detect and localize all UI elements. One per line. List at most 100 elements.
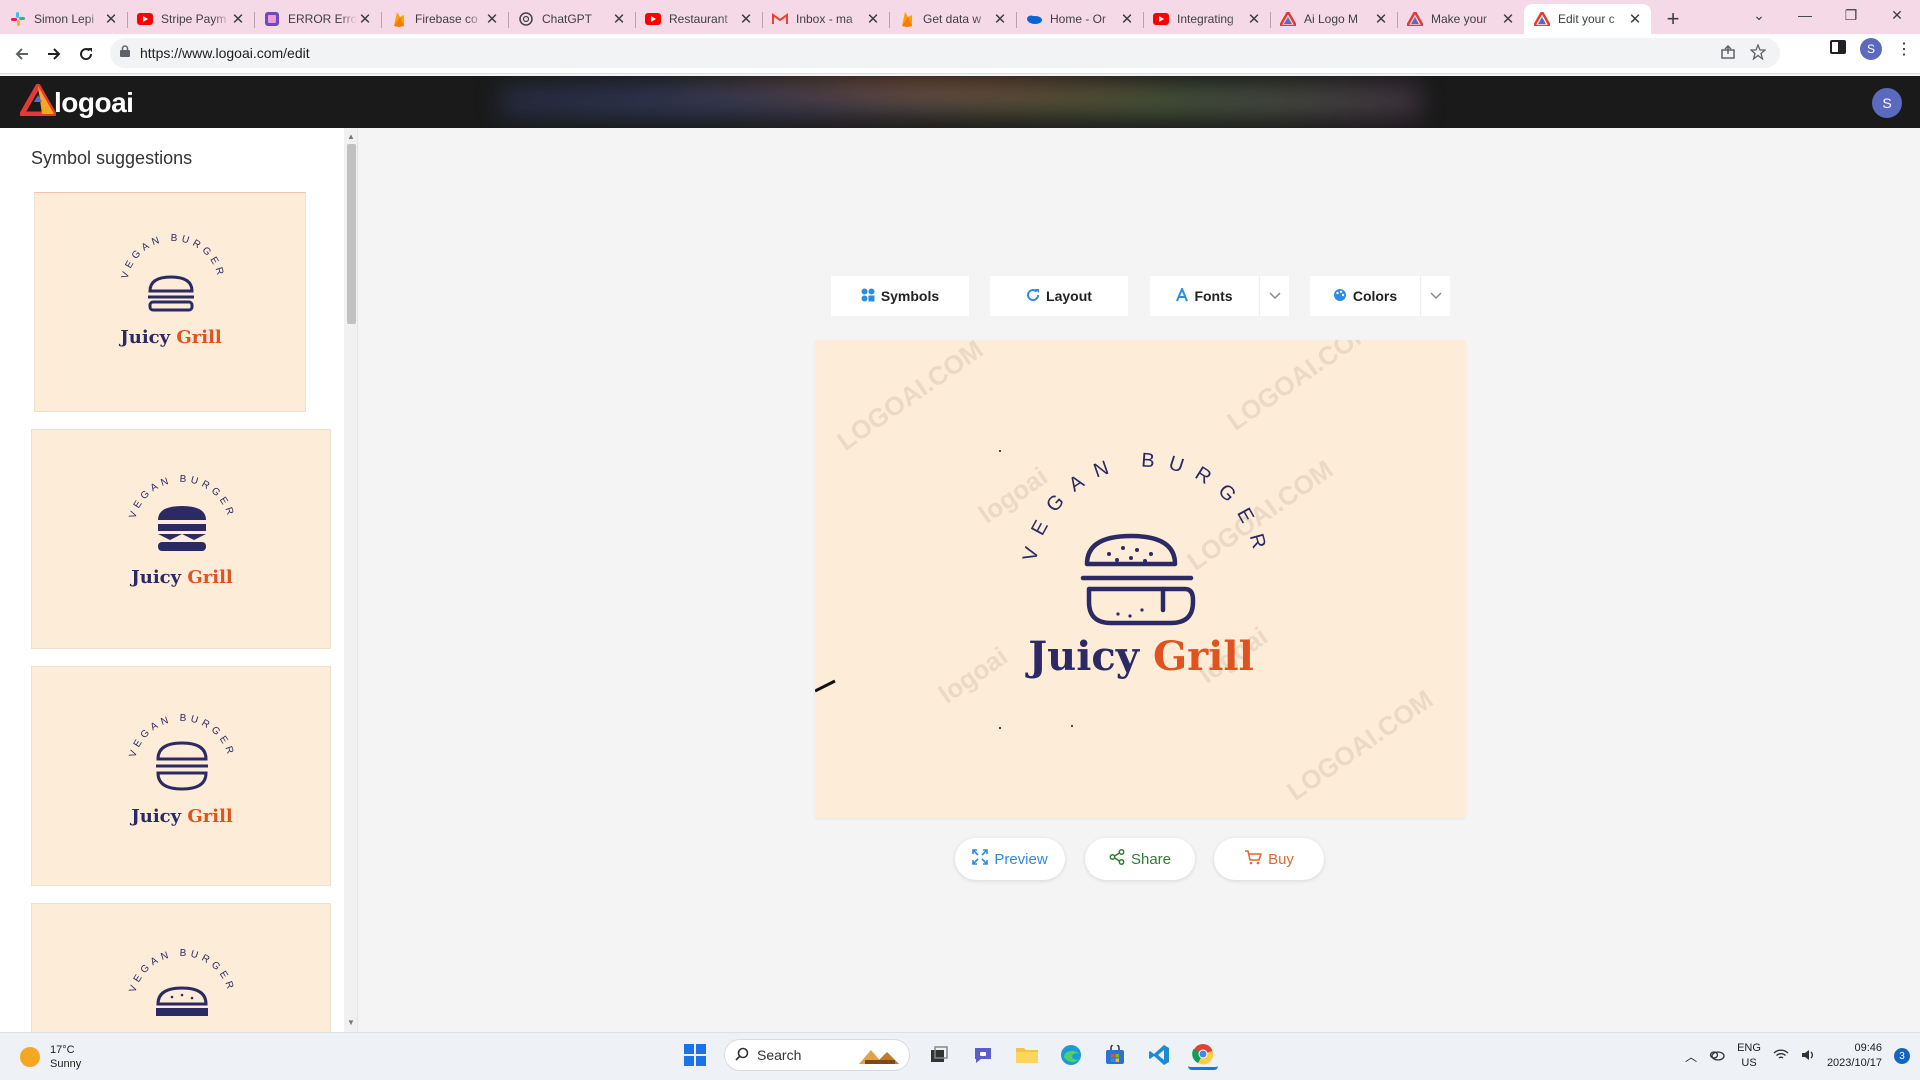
firebase-icon <box>391 11 407 27</box>
preview-label: Preview <box>994 850 1048 868</box>
volume-icon[interactable] <box>1801 1049 1815 1064</box>
logo-thumbnail: VEGAN BURGER Juicy Grill <box>118 233 222 348</box>
browser-tab-strip: Simon Lepi ✕ Stripe Paym ✕ ERROR Erro ✕ … <box>0 0 1920 34</box>
logo-thumbnail: VEGAN BURGER Juicy Grill <box>127 713 233 827</box>
edge-browser-icon[interactable] <box>1056 1040 1086 1070</box>
close-tab-icon[interactable]: ✕ <box>611 11 627 28</box>
reload-icon[interactable] <box>70 38 102 70</box>
preview-button[interactable]: Preview <box>955 838 1065 880</box>
close-tab-icon[interactable]: ✕ <box>738 11 754 28</box>
share-button[interactable]: Share <box>1085 838 1195 880</box>
browser-menu-icon[interactable]: ⋮ <box>1896 39 1912 59</box>
close-tab-icon[interactable]: ✕ <box>865 11 881 28</box>
system-tray: ︿ ENG US 09:46 2023/10/17 3 <box>1685 1041 1910 1071</box>
logo-canvas[interactable]: LOGOAI.COM logoai LOGOAI.COM logoai logo… <box>815 340 1465 818</box>
weather-temp: 17°C <box>50 1044 75 1056</box>
new-tab-button[interactable]: + <box>1657 4 1689 34</box>
close-tab-icon[interactable]: ✕ <box>1373 11 1389 28</box>
colors-label: Colors <box>1352 288 1398 304</box>
sidebar-scroll-thumb[interactable] <box>347 144 356 324</box>
browser-tab[interactable]: Firebase co ✕ <box>381 4 508 34</box>
system-clock[interactable]: 09:46 2023/10/17 <box>1827 1041 1882 1071</box>
profile-avatar[interactable]: S <box>1860 38 1882 60</box>
svg-text:Juicy Grill: Juicy Grill <box>129 567 233 588</box>
vscode-icon[interactable] <box>1144 1040 1174 1070</box>
browser-tab[interactable]: Get data w ✕ <box>889 4 1016 34</box>
browser-tab[interactable]: Stripe Paym ✕ <box>127 4 254 34</box>
close-window-icon[interactable]: ✕ <box>1874 7 1920 24</box>
scroll-up-icon[interactable]: ▲ <box>347 132 355 141</box>
colors-button[interactable]: Colors <box>1310 276 1450 316</box>
suggestion-card[interactable]: VEGAN BURGER Juicy Grill <box>31 666 331 886</box>
close-tab-icon[interactable]: ✕ <box>1627 11 1643 28</box>
tab-title: Edit your c <box>1558 12 1615 26</box>
tab-title: Firebase co <box>415 12 478 26</box>
browser-tab[interactable]: ERROR Erro ✕ <box>254 4 381 34</box>
suggestion-card[interactable]: VEGAN BURGER Juicy Grill <box>34 192 306 412</box>
suggestion-card[interactable]: VEGAN BURGER Juicy Grill <box>31 429 331 649</box>
close-tab-icon[interactable]: ✕ <box>357 11 373 28</box>
logoai-brand[interactable]: logoai <box>19 83 134 121</box>
language-indicator[interactable]: ENG US <box>1737 1041 1761 1071</box>
browser-tab[interactable]: Make your ✕ <box>1397 4 1524 34</box>
logo-thumbnail: VEGAN BURGER <box>127 948 233 1016</box>
close-tab-icon[interactable]: ✕ <box>1246 11 1262 28</box>
file-explorer-icon[interactable] <box>1012 1040 1042 1070</box>
slack-icon <box>10 11 26 27</box>
share-page-icon[interactable] <box>1720 44 1736 65</box>
address-bar[interactable]: https://www.logoai.com/edit <box>110 38 1780 68</box>
scroll-down-icon[interactable]: ▼ <box>347 1018 355 1027</box>
close-tab-icon[interactable]: ✕ <box>1119 11 1135 28</box>
tab-title: Integrating <box>1177 12 1234 26</box>
taskbar-search[interactable]: Search <box>724 1039 910 1071</box>
suggestion-card[interactable]: VEGAN BURGER <box>31 903 331 1032</box>
chevron-up-icon[interactable]: ︿ <box>1685 1048 1697 1065</box>
browser-tab[interactable]: Restaurant ✕ <box>635 4 762 34</box>
browser-tab[interactable]: ChatGPT ✕ <box>508 4 635 34</box>
buy-button[interactable]: Buy <box>1214 838 1324 880</box>
close-tab-icon[interactable]: ✕ <box>484 11 500 28</box>
notification-badge[interactable]: 3 <box>1894 1048 1910 1064</box>
expand-icon <box>972 849 989 869</box>
layout-icon <box>1026 288 1040 305</box>
windows-taskbar: 17°C Sunny Search ︿ ENG US 09:46 2023/10… <box>0 1032 1920 1080</box>
forward-icon[interactable] <box>38 38 70 70</box>
microsoft-store-icon[interactable] <box>1100 1040 1130 1070</box>
weather-widget[interactable]: 17°C Sunny <box>20 1043 81 1071</box>
browser-tab[interactable]: Inbox - ma ✕ <box>762 4 889 34</box>
task-view-icon[interactable] <box>924 1040 954 1070</box>
chevron-down-icon[interactable] <box>1420 276 1450 316</box>
logoai-icon <box>1280 11 1296 27</box>
chrome-icon[interactable] <box>1188 1040 1218 1070</box>
tab-title: ChatGPT <box>542 12 593 26</box>
browser-tab[interactable]: Simon Lepi ✕ <box>0 4 127 34</box>
close-tab-icon[interactable]: ✕ <box>1500 11 1516 28</box>
fonts-button[interactable]: Fonts <box>1150 276 1289 316</box>
browser-tab[interactable]: Integrating ✕ <box>1143 4 1270 34</box>
close-tab-icon[interactable]: ✕ <box>230 11 246 28</box>
close-tab-icon[interactable]: ✕ <box>103 11 119 28</box>
teams-chat-icon[interactable] <box>968 1040 998 1070</box>
windows-start-icon[interactable] <box>680 1040 710 1070</box>
minimize-icon[interactable]: — <box>1782 7 1828 23</box>
symbols-button[interactable]: Symbols <box>831 276 969 316</box>
search-placeholder: Search <box>757 1047 802 1063</box>
browser-tab[interactable]: Home - Or ✕ <box>1016 4 1143 34</box>
tab-search-icon[interactable]: ⌄ <box>1736 7 1782 24</box>
restore-icon[interactable]: ❐ <box>1828 7 1874 24</box>
browser-tab[interactable]: Ai Logo M ✕ <box>1270 4 1397 34</box>
side-panel-icon[interactable] <box>1830 39 1846 60</box>
layout-button[interactable]: Layout <box>990 276 1128 316</box>
browser-tab-active[interactable]: Edit your c ✕ <box>1524 4 1651 34</box>
chevron-down-icon[interactable] <box>1259 276 1289 316</box>
logoai-logo-icon <box>19 83 57 121</box>
back-icon[interactable] <box>6 38 38 70</box>
close-tab-icon[interactable]: ✕ <box>992 11 1008 28</box>
svg-text:Juicy Grill: Juicy Grill <box>129 806 233 827</box>
logo-artwork: VEGAN BURGER Juicy Grill <box>815 449 1260 729</box>
wifi-icon[interactable] <box>1773 1048 1789 1064</box>
user-avatar[interactable]: S <box>1872 88 1902 118</box>
bookmark-star-icon[interactable] <box>1749 43 1767 65</box>
onedrive-tray-icon[interactable] <box>1709 1049 1725 1064</box>
logo-thumbnail: VEGAN BURGER Juicy Grill <box>127 474 233 588</box>
